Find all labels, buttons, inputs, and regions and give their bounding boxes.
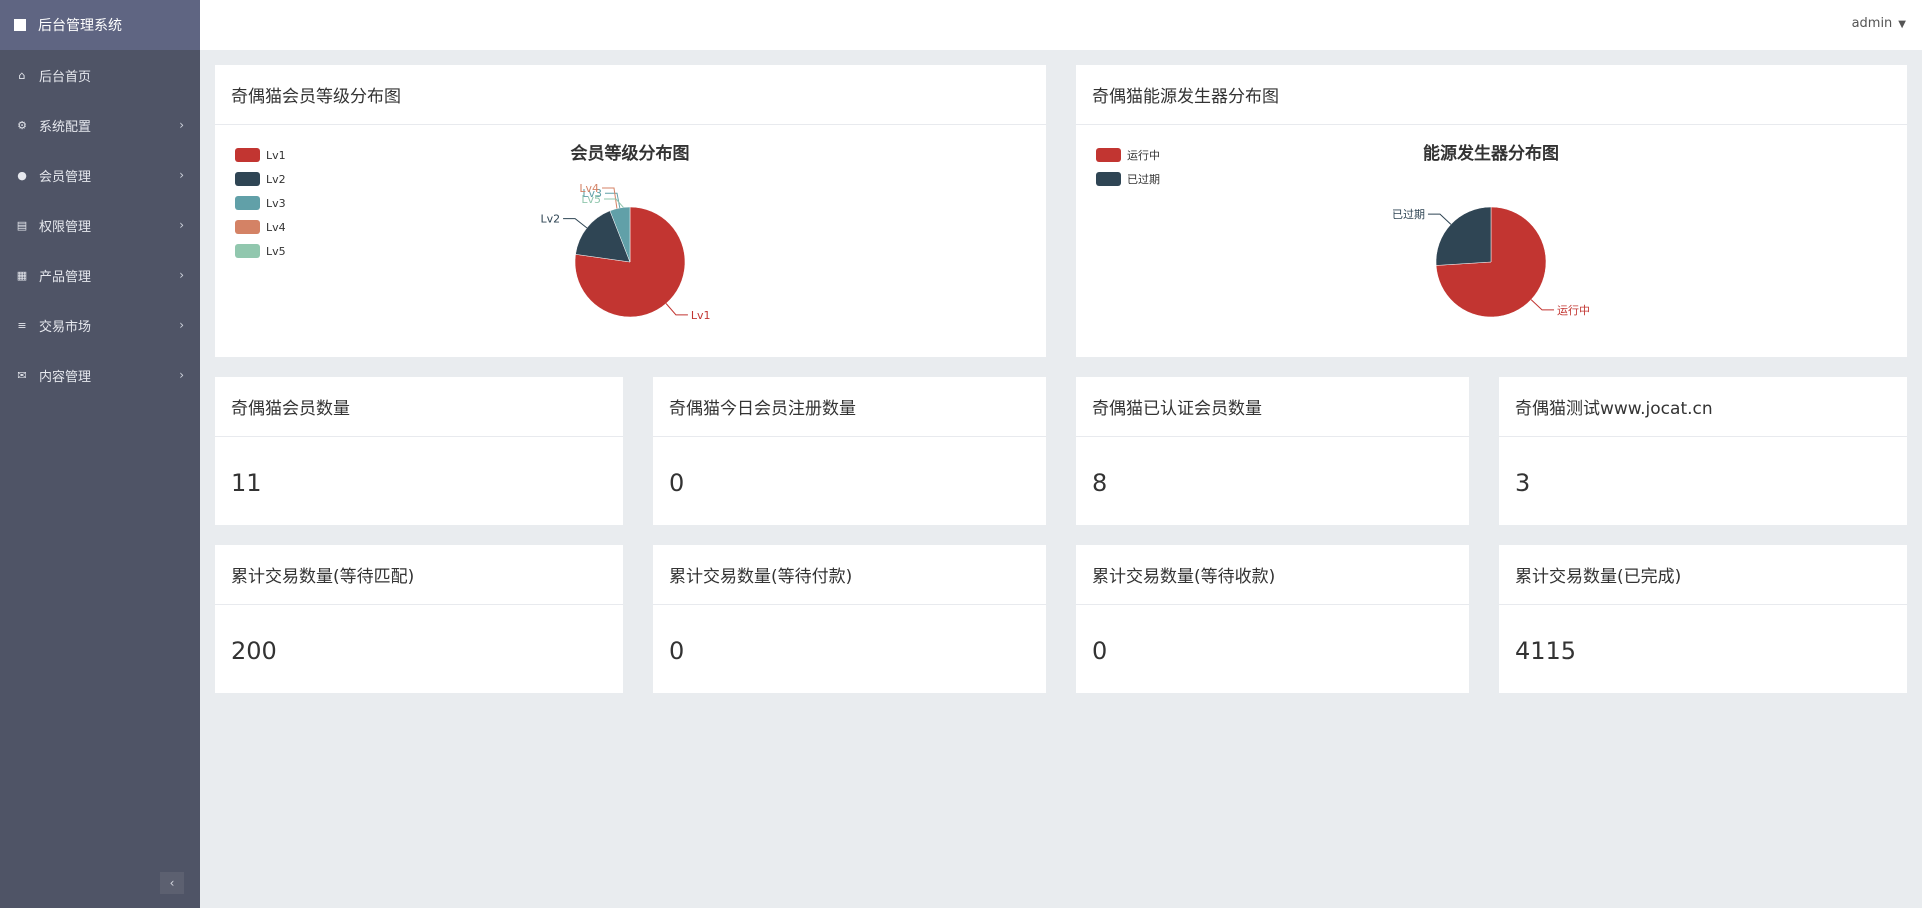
stat-title: 奇偶猫今日会员注册数量	[653, 377, 1046, 437]
slice-label: Lv5	[581, 193, 601, 206]
chevron-right-icon: ›	[179, 218, 184, 232]
stat-card: 奇偶猫测试www.jocat.cn 3	[1499, 377, 1907, 525]
slice-label: 运行中	[1557, 304, 1590, 317]
stat-value: 11	[231, 469, 262, 497]
stat-title: 累计交易数量(等待付款)	[653, 545, 1046, 605]
chart-card-generator: 奇偶猫能源发生器分布图 运行中 已过期 能源发生器分布图运行中 已过期	[1076, 65, 1907, 357]
sidebar-item-label: 权限管理	[39, 219, 92, 235]
sidebar-item-label: 后台首页	[39, 69, 92, 85]
sidebar-item-5[interactable]: ≡ 交易市场 ›	[0, 300, 200, 350]
stat-value: 200	[231, 637, 277, 665]
sidebar-item-1[interactable]: ⚙ 系统配置 ›	[0, 100, 200, 150]
windows-icon: ▦	[16, 268, 28, 282]
stat-value: 4115	[1515, 637, 1577, 665]
sidebar-item-6[interactable]: ✉ 内容管理 ›	[0, 350, 200, 400]
label-line	[602, 187, 618, 209]
caret-down-icon: ▼	[1898, 19, 1906, 30]
stat-value: 0	[669, 637, 685, 665]
stat-value: 3	[1515, 469, 1531, 497]
chart-title: 能源发生器分布图	[1423, 143, 1559, 164]
stat-card: 累计交易数量(等待匹配) 200	[215, 545, 623, 693]
sidebar-item-label: 产品管理	[39, 269, 92, 285]
chevron-right-icon: ›	[179, 268, 184, 282]
pie-slice[interactable]	[1435, 206, 1492, 266]
list-icon: ≡	[17, 318, 27, 332]
card-icon: ▤	[16, 218, 28, 232]
sidebar-item-label: 会员管理	[39, 169, 92, 185]
stat-title: 累计交易数量(已完成)	[1499, 545, 1907, 605]
chevron-right-icon: ›	[179, 368, 184, 382]
slice-label: 已过期	[1392, 208, 1425, 221]
stat-title: 累计交易数量(等待收款)	[1076, 545, 1469, 605]
stat-title: 奇偶猫测试www.jocat.cn	[1499, 377, 1907, 437]
sidebar-item-label: 系统配置	[39, 119, 92, 135]
sidebar-item-0[interactable]: ⌂ 后台首页	[0, 50, 200, 100]
pie-chart-member-level: 会员等级分布图Lv1Lv2Lv3Lv4Lv5	[540, 143, 711, 322]
chevron-right-icon: ›	[179, 168, 184, 182]
stat-value: 0	[669, 469, 685, 497]
stat-card: 奇偶猫会员数量 11	[215, 377, 623, 525]
slice-label: Lv1	[691, 309, 711, 322]
label-line	[1530, 299, 1555, 311]
brand-icon	[14, 19, 26, 31]
user-icon: ●	[17, 168, 27, 182]
stat-value: 8	[1092, 469, 1108, 497]
envelope-icon: ✉	[17, 368, 27, 382]
stat-card: 累计交易数量(已完成) 4115	[1499, 545, 1907, 693]
chevron-right-icon: ›	[179, 318, 184, 332]
brand[interactable]: 后台管理系统	[0, 0, 200, 50]
stat-card: 奇偶猫已认证会员数量 8	[1076, 377, 1469, 525]
top-bar: admin ▼	[200, 0, 1922, 50]
stat-card: 累计交易数量(等待付款) 0	[653, 545, 1046, 693]
chart-card-member-level: 奇偶猫会员等级分布图 Lv1 Lv2 Lv3 Lv4 Lv5 会员等级分布图 Lv1 Lv2…	[215, 65, 1046, 357]
username: admin	[1851, 16, 1893, 31]
label-line	[563, 218, 588, 229]
stat-card: 累计交易数量(等待收款) 0	[1076, 545, 1469, 693]
user-menu[interactable]: admin ▼	[1852, 16, 1906, 31]
stat-title: 奇偶猫已认证会员数量	[1076, 377, 1469, 437]
sidebar-item-3[interactable]: ▤ 权限管理 ›	[0, 200, 200, 250]
sidebar: 后台管理系统 ⌂ 后台首页 ⚙ 系统配置 › ● 会员管理 › ▤ 权限管理 › ▦ 产品管理 › ≡ 交易市…	[0, 0, 200, 908]
chevron-right-icon: ›	[179, 118, 184, 132]
stat-card: 奇偶猫今日会员注册数量 0	[653, 377, 1046, 525]
stat-value: 0	[1092, 637, 1108, 665]
slice-label: Lv2	[540, 213, 560, 226]
card-title: 奇偶猫能源发生器分布图	[1076, 65, 1907, 125]
card-title: 奇偶猫会员等级分布图	[215, 65, 1046, 125]
sidebar-item-4[interactable]: ▦ 产品管理 ›	[0, 250, 200, 300]
stat-title: 累计交易数量(等待匹配)	[215, 545, 623, 605]
label-line	[1427, 213, 1452, 225]
sidebar-item-2[interactable]: ● 会员管理 ›	[0, 150, 200, 200]
sidebar-nav: ⌂ 后台首页 ⚙ 系统配置 › ● 会员管理 › ▤ 权限管理 › ▦ 产品管理 › ≡ 交易市场 › ✉ 内容管理…	[0, 50, 200, 400]
stat-title: 奇偶猫会员数量	[215, 377, 623, 437]
pie-chart-generator: 能源发生器分布图运行中 已过期	[1392, 143, 1590, 318]
chart-title: 会员等级分布图	[571, 143, 690, 164]
sidebar-item-label: 内容管理	[39, 369, 92, 385]
cogs-icon: ⚙	[17, 118, 27, 132]
sidebar-item-label: 交易市场	[39, 319, 92, 335]
home-icon: ⌂	[18, 68, 26, 82]
label-line	[665, 303, 688, 316]
label-line	[604, 198, 624, 208]
sidebar-collapse-button[interactable]: ‹	[160, 872, 184, 894]
app-title: 后台管理系统	[38, 18, 122, 34]
